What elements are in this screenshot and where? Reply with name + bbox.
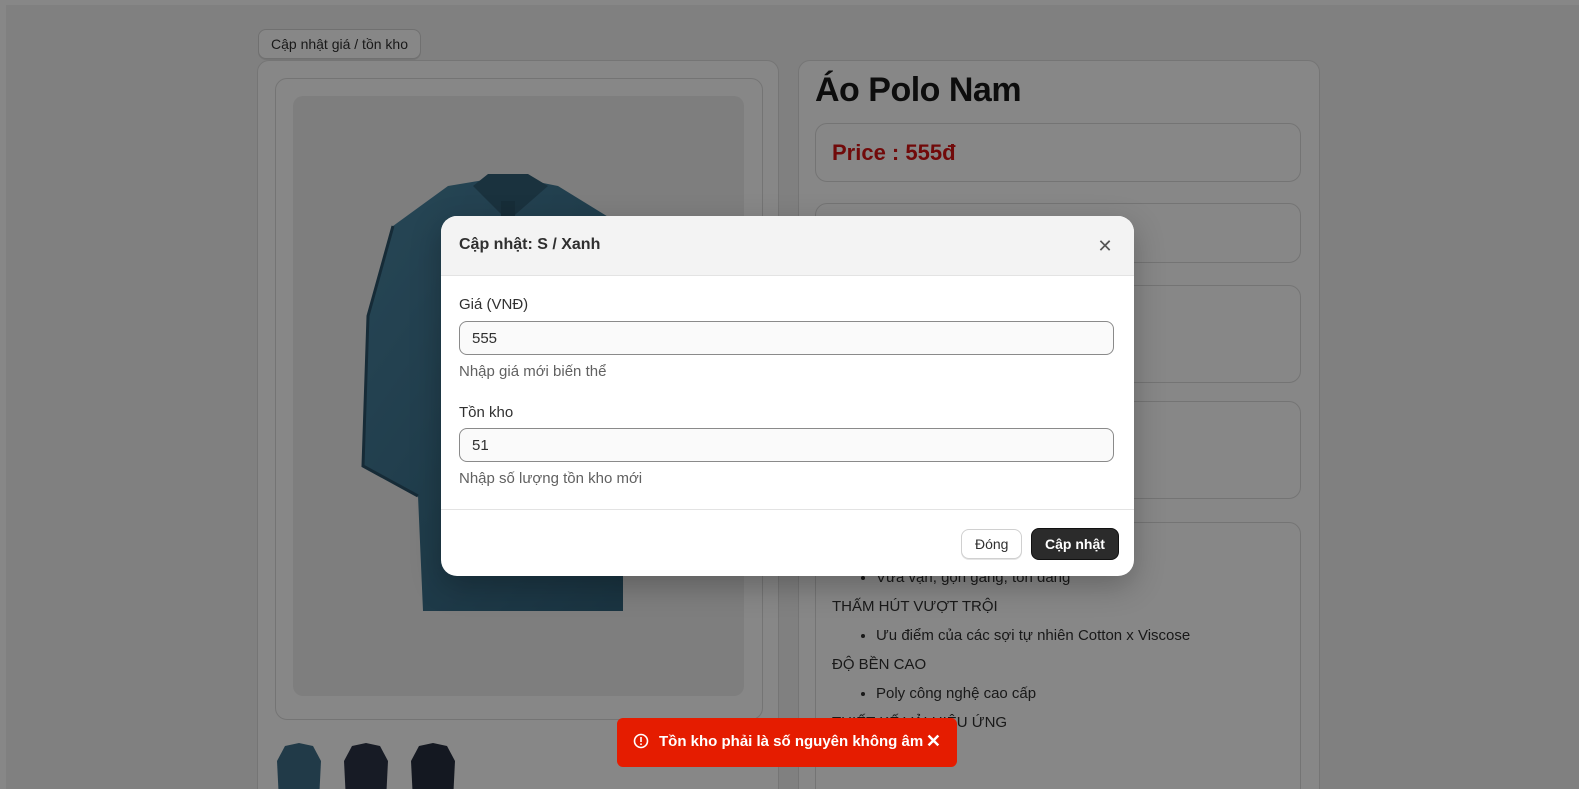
error-toast: Tồn kho phải là số nguyên không âm ✕ [617, 718, 957, 767]
stock-help-text: Nhập số lượng tồn kho mới [459, 470, 643, 487]
error-circle-icon [633, 733, 649, 749]
close-button[interactable]: Đóng [961, 529, 1023, 559]
price-label: Giá (VNĐ) [459, 296, 529, 313]
modal-footer: Đóng Cập nhật [441, 509, 1134, 576]
update-button[interactable]: Cập nhật [1031, 528, 1119, 560]
close-icon[interactable]: ✕ [926, 731, 941, 752]
modal-title: Cập nhật: S / Xanh [459, 236, 601, 253]
update-variant-modal: Cập nhật: S / Xanh ✕ Giá (VNĐ) Nhập giá … [441, 216, 1134, 576]
price-help-text: Nhập giá mới biến thể [459, 363, 607, 380]
stock-input[interactable] [459, 428, 1114, 462]
price-input[interactable] [459, 321, 1114, 355]
stock-label: Tồn kho [459, 404, 514, 421]
toast-message: Tồn kho phải là số nguyên không âm [659, 733, 924, 750]
modal-header: Cập nhật: S / Xanh ✕ [441, 216, 1134, 276]
close-icon[interactable]: ✕ [1094, 235, 1116, 257]
